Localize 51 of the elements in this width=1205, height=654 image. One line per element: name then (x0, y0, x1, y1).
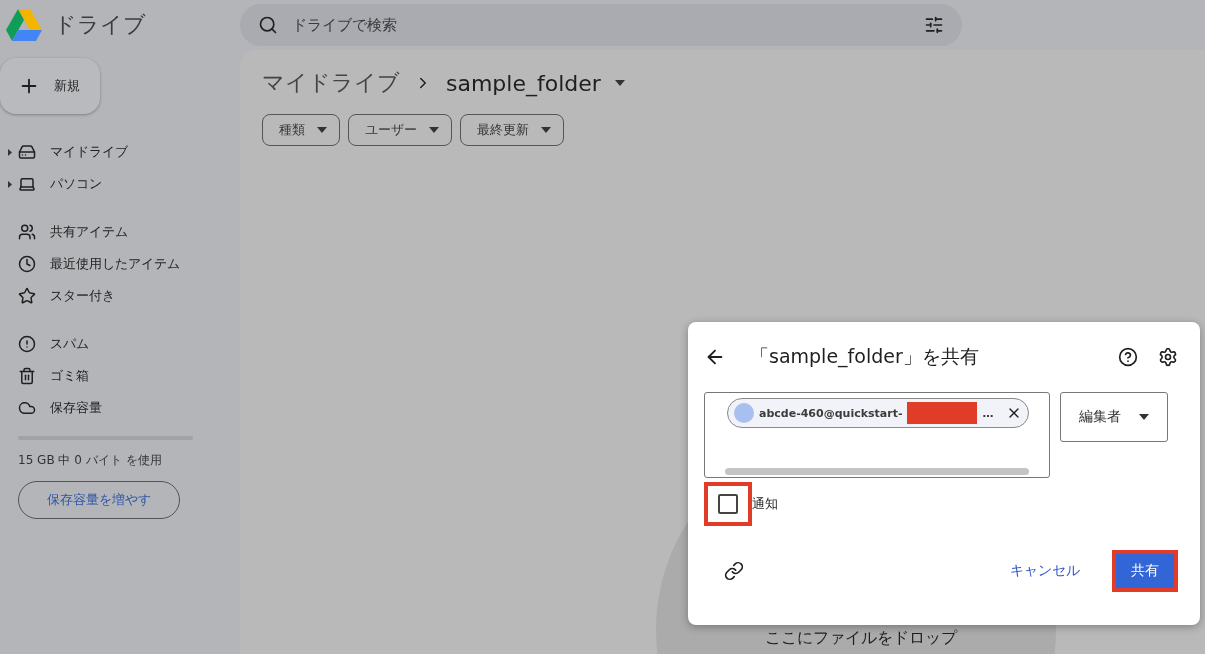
sidebar-item[interactable]: スパム (0, 328, 240, 360)
alert-icon (18, 335, 36, 353)
sidebar-item[interactable]: マイドライブ (0, 136, 240, 168)
storage-usage-text: 15 GB 中 0 バイト を使用 (17, 452, 163, 469)
breadcrumb-item[interactable]: sample_folder (446, 70, 601, 96)
drive-icon (18, 143, 36, 161)
filter-chip[interactable]: 種類 (262, 114, 340, 146)
caret-icon (317, 127, 327, 133)
search-field[interactable]: ドライブで検索 (240, 4, 962, 46)
trash-icon (18, 367, 36, 385)
search-icon (258, 15, 278, 35)
expand-caret-icon[interactable] (8, 148, 12, 156)
link-icon[interactable] (724, 561, 744, 581)
computer-icon (18, 175, 36, 193)
drive-logo-icon (6, 9, 42, 41)
share-button[interactable]: 共有 (1112, 550, 1178, 592)
recipient-field[interactable]: abcde-460@quickstart- … (704, 392, 1050, 478)
new-button[interactable]: 新規 (0, 58, 100, 114)
filter-chip[interactable]: ユーザー (348, 114, 452, 146)
expand-caret-icon[interactable] (8, 180, 12, 188)
sidebar-item[interactable]: 最近使用したアイテム (0, 248, 240, 280)
dialog-title: 「sample_folder」を共有 (750, 344, 980, 370)
help-icon[interactable] (1118, 347, 1138, 367)
sidebar-item[interactable]: 保存容量 (0, 392, 240, 424)
email-ellipsis: … (982, 406, 994, 420)
people-icon (18, 223, 36, 241)
caret-icon (1139, 414, 1149, 420)
notify-checkbox[interactable] (718, 494, 738, 514)
caret-icon (541, 127, 551, 133)
dropdown-caret-icon (614, 80, 625, 86)
filter-chip[interactable]: 最終更新 (460, 114, 564, 146)
star-icon (18, 287, 36, 305)
role-dropdown[interactable]: 編集者 (1060, 392, 1168, 442)
cancel-button[interactable]: キャンセル (1004, 561, 1086, 581)
sidebar-item[interactable]: ゴミ箱 (0, 360, 240, 392)
sidebar-item[interactable]: スター付き (0, 280, 240, 312)
email-text: abcde-460@quickstart- (759, 406, 903, 420)
search-placeholder: ドライブで検索 (292, 15, 398, 35)
breadcrumb-item[interactable]: マイドライブ (262, 68, 400, 98)
caret-icon (429, 127, 439, 133)
email-chip[interactable]: abcde-460@quickstart- … (727, 398, 1029, 428)
drop-zone-text: ここにファイルをドロップ (765, 628, 957, 649)
sidebar-item[interactable]: 共有アイテム (0, 216, 240, 248)
settings-icon[interactable] (1158, 347, 1178, 367)
app-title: ドライブ (54, 11, 146, 39)
avatar-icon (734, 403, 754, 423)
notify-label: 通知 (752, 495, 778, 513)
clock-icon (18, 255, 36, 273)
sidebar-item[interactable]: パソコン (0, 168, 240, 200)
cloud-icon (18, 399, 36, 417)
filter-settings-icon[interactable] (924, 15, 944, 35)
